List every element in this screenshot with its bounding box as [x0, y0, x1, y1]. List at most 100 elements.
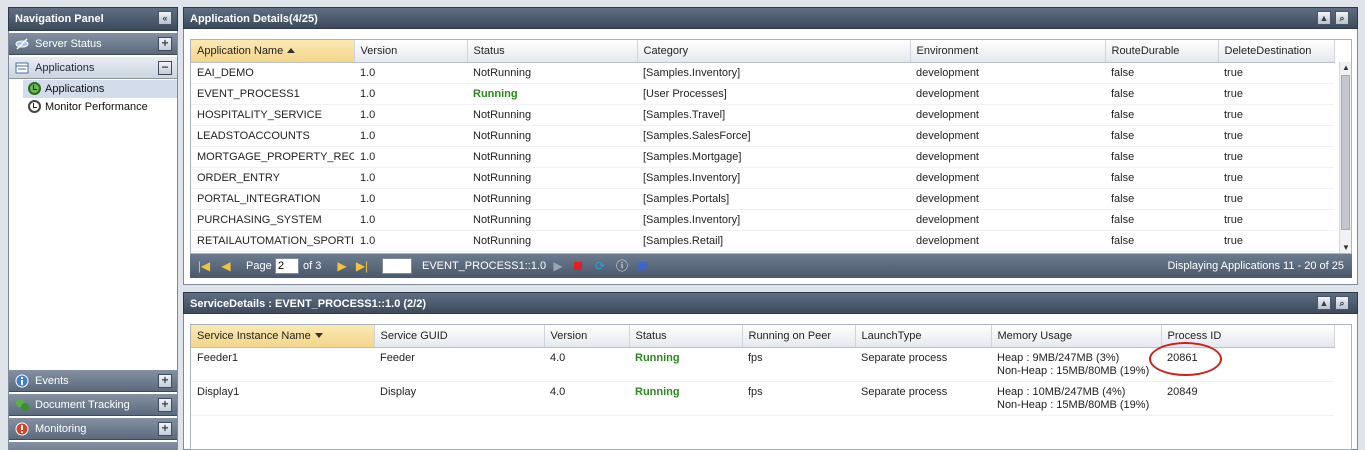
nav-item-applications[interactable]: Applications — [23, 80, 177, 98]
column-header-category[interactable]: Category — [637, 40, 911, 63]
clock-icon — [28, 100, 41, 113]
events-icon — [15, 374, 29, 388]
cell-routedurable: false — [1105, 230, 1218, 252]
nav-section-partial[interactable] — [9, 442, 177, 450]
cell-status: NotRunning — [467, 209, 637, 231]
nav-section-server-status[interactable]: Server Status + — [9, 33, 177, 55]
refresh-icon[interactable]: ⟳ — [592, 258, 608, 274]
filter-input[interactable] — [382, 258, 412, 274]
cell-application-name: ORDER_ENTRY — [191, 167, 354, 189]
scroll-down-icon[interactable]: ▼ — [1342, 243, 1350, 252]
search-icon[interactable]: ⌕ — [1335, 296, 1349, 310]
expand-icon[interactable]: + — [158, 37, 172, 51]
stop-icon[interactable] — [570, 258, 586, 274]
navigation-panel-header: Navigation Panel « — [8, 7, 178, 31]
nav-section-document-tracking[interactable]: Document Tracking + — [9, 394, 177, 416]
cell-environment: development — [910, 230, 1105, 252]
page-label: Page — [246, 260, 272, 272]
nav-section-applications[interactable]: Applications − — [9, 57, 177, 79]
cell-service-guid: Display — [374, 381, 544, 416]
column-header-application-name[interactable]: Application Name — [191, 40, 355, 63]
cell-service-instance-name: Feeder1 — [191, 347, 374, 382]
paging-display-text: Displaying Applications 11 - 20 of 25 — [1167, 260, 1344, 272]
save-icon[interactable]: ▣ — [635, 258, 651, 274]
cell-category: [User Processes] — [637, 83, 910, 105]
cell-routedurable: false — [1105, 188, 1218, 210]
table-row[interactable]: RETAILAUTOMATION_SPORTI 1.0 NotRunning [Sam… — [191, 230, 1334, 252]
table-row[interactable]: EAI_DEMO 1.0 NotRunning [Samples.Inventory]… — [191, 62, 1334, 84]
search-icon[interactable]: ⌕ — [1335, 11, 1349, 25]
table-header-row: Service Instance Name Service GUID Versi… — [191, 325, 1335, 348]
cell-status: NotRunning — [467, 62, 637, 84]
nav-section-monitoring[interactable]: Monitoring + — [9, 418, 177, 440]
cell-status: NotRunning — [467, 167, 637, 189]
column-header-version[interactable]: Version — [544, 325, 630, 348]
maximize-icon[interactable]: ▲ — [1317, 11, 1331, 25]
collapse-panel-icon[interactable]: « — [158, 11, 172, 25]
last-page-icon[interactable]: ▶| — [354, 258, 370, 274]
expand-icon[interactable]: + — [158, 422, 172, 436]
next-page-icon[interactable]: ▶ — [334, 258, 350, 274]
collapse-icon[interactable]: − — [158, 61, 172, 75]
cell-deletedestination: true — [1218, 146, 1334, 168]
column-header-routedurable[interactable]: RouteDurable — [1105, 40, 1219, 63]
scroll-up-icon[interactable]: ▲ — [1342, 63, 1350, 72]
column-header-service-instance-name[interactable]: Service Instance Name — [191, 325, 375, 348]
table-row[interactable]: ORDER_ENTRY 1.0 NotRunning [Samples.Invento… — [191, 167, 1334, 189]
scrollbar-thumb[interactable] — [1341, 75, 1350, 230]
clock-icon — [28, 82, 41, 95]
nav-section-label: Monitoring — [35, 423, 87, 435]
navigation-panel: Navigation Panel « Server Status + Appli… — [8, 7, 178, 450]
column-header-environment[interactable]: Environment — [910, 40, 1106, 63]
cell-application-name: RETAILAUTOMATION_SPORTI — [191, 230, 354, 252]
column-header-status[interactable]: Status — [467, 40, 638, 63]
maximize-icon[interactable]: ▲ — [1317, 296, 1331, 310]
cell-version: 1.0 — [354, 167, 467, 189]
cell-version: 1.0 — [354, 230, 467, 252]
table-row[interactable]: LEADSTOACCOUNTS 1.0 NotRunning [Samples.Sal… — [191, 125, 1334, 147]
cell-application-name: EVENT_PROCESS1 — [191, 83, 354, 105]
cell-routedurable: false — [1105, 83, 1218, 105]
nav-section-label: Applications — [35, 62, 95, 74]
table-row[interactable]: EVENT_PROCESS1 1.0 Running [User Processes]… — [191, 83, 1334, 105]
table-row[interactable]: PURCHASING_SYSTEM 1.0 NotRunning [Samples.I… — [191, 209, 1334, 231]
cell-deletedestination: true — [1218, 83, 1334, 105]
cell-category: [Samples.Inventory] — [637, 167, 910, 189]
nav-item-monitor-performance[interactable]: Monitor Performance — [23, 98, 177, 116]
cell-environment: development — [910, 146, 1105, 168]
cell-version: 1.0 — [354, 209, 467, 231]
page-number-input[interactable] — [275, 258, 299, 274]
cell-environment: development — [910, 188, 1105, 210]
sort-descending-icon — [314, 332, 323, 338]
cell-status: Running — [467, 83, 637, 105]
column-header-launchtype[interactable]: LaunchType — [855, 325, 992, 348]
cell-application-name: PURCHASING_SYSTEM — [191, 209, 354, 231]
expand-icon[interactable]: + — [158, 398, 172, 412]
column-header-status[interactable]: Status — [629, 325, 743, 348]
cell-deletedestination: true — [1218, 167, 1334, 189]
server-status-icon — [15, 38, 29, 50]
column-header-deletedestination[interactable]: DeleteDestination — [1218, 40, 1335, 63]
table-row[interactable]: MORTGAGE_PROPERTY_REC 1.0 NotRunning [Sampl… — [191, 146, 1334, 168]
column-header-running-on-peer[interactable]: Running on Peer — [742, 325, 856, 348]
info-icon[interactable]: ⓘ — [614, 258, 630, 274]
first-page-icon[interactable]: |◀ — [196, 258, 212, 274]
cell-status: Running — [629, 347, 742, 382]
column-header-memory-usage[interactable]: Memory Usage — [991, 325, 1162, 348]
process-id-highlight-annotation — [1149, 342, 1222, 376]
cell-category: [Samples.Travel] — [637, 104, 910, 126]
expand-icon[interactable]: + — [158, 374, 172, 388]
cell-routedurable: false — [1105, 167, 1218, 189]
table-row[interactable]: PORTAL_INTEGRATION 1.0 NotRunning [Samples.… — [191, 188, 1334, 210]
table-row[interactable]: HOSPITALITY_SERVICE 1.0 NotRunning [Samples… — [191, 104, 1334, 126]
column-header-version[interactable]: Version — [354, 40, 468, 63]
start-icon[interactable]: ▶ — [550, 258, 566, 274]
cell-status: Running — [629, 381, 742, 416]
column-header-service-guid[interactable]: Service GUID — [374, 325, 545, 348]
application-details-title: Application Details(4/25) — [190, 13, 318, 25]
cell-application-name: EAI_DEMO — [191, 62, 354, 84]
nav-section-events[interactable]: Events + — [9, 370, 177, 392]
previous-page-icon[interactable]: ◀ — [218, 258, 234, 274]
applications-vertical-scrollbar[interactable]: ▲ ▼ — [1339, 62, 1351, 253]
table-row[interactable]: Display1 Display 4.0 Running fps Separate pro… — [191, 381, 1334, 416]
